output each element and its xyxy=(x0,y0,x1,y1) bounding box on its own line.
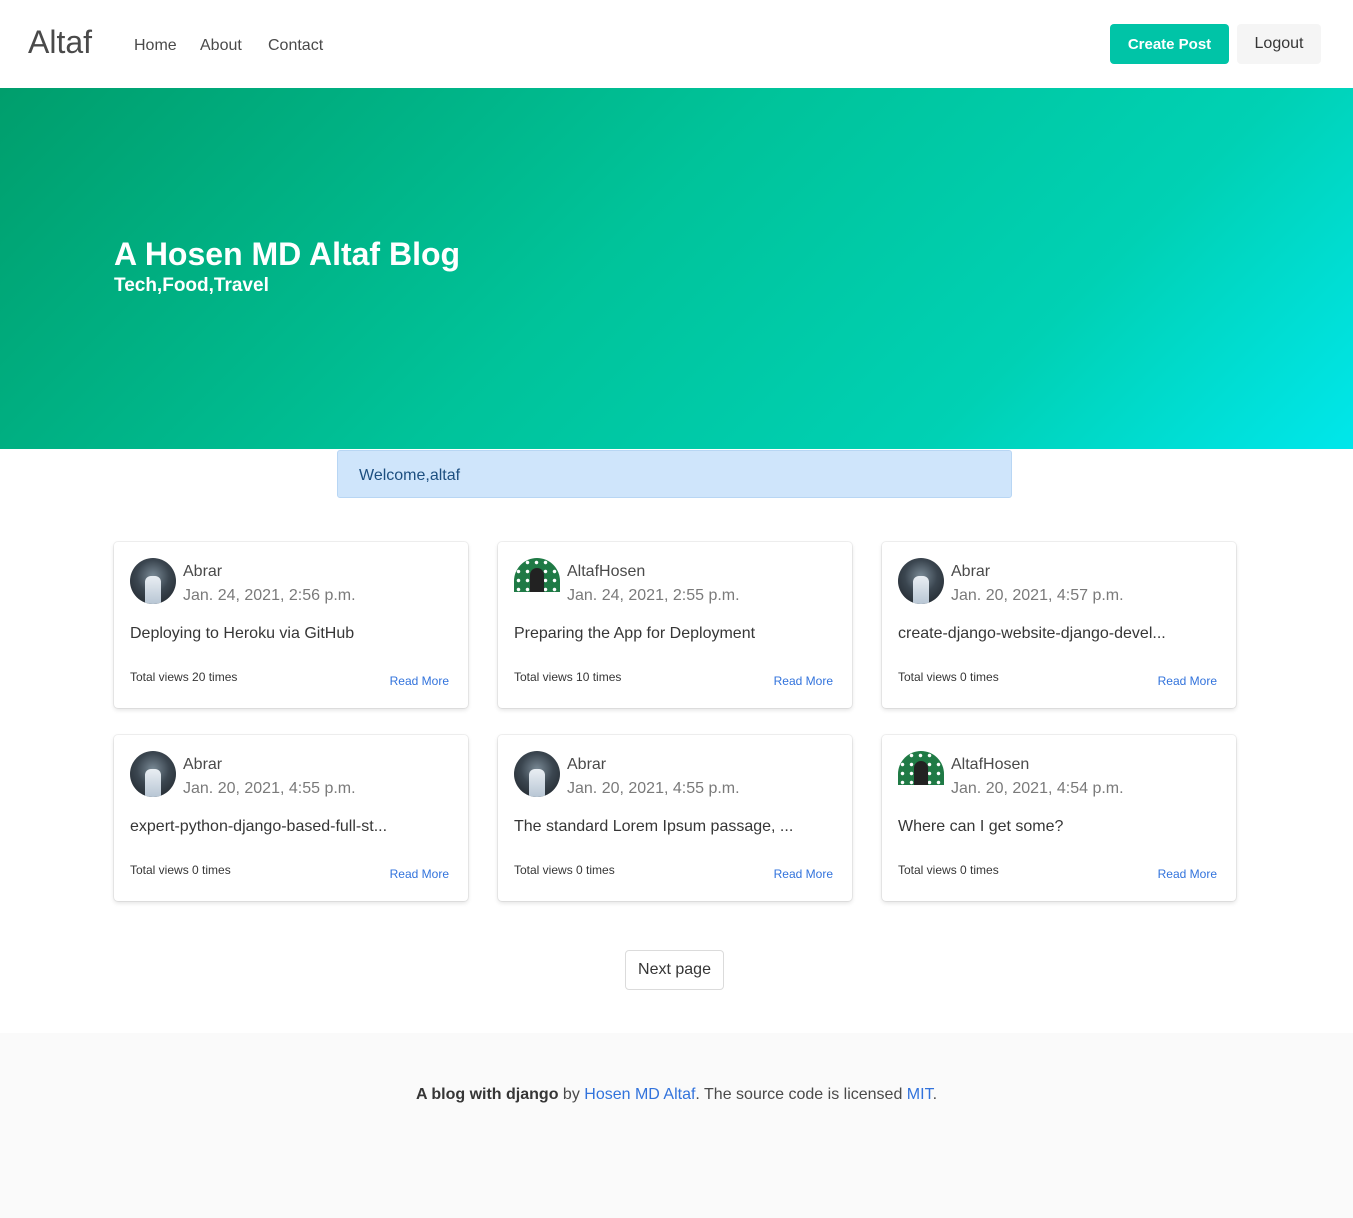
navbar: Altaf Home About Contact Create Post Log… xyxy=(0,0,1353,88)
read-more-link[interactable]: Read More xyxy=(774,673,833,689)
post-author: Abrar xyxy=(567,756,607,773)
footer-author-link[interactable]: Hosen MD Altaf xyxy=(584,1086,695,1103)
post-date: Jan. 20, 2021, 4:57 p.m. xyxy=(951,587,1124,604)
create-post-button[interactable]: Create Post xyxy=(1110,24,1229,64)
footer-license-link[interactable]: MIT xyxy=(907,1086,933,1103)
footer-end: . xyxy=(932,1086,938,1103)
footer-strong: A blog with django xyxy=(415,1086,559,1103)
post-views: Total views 0 times xyxy=(514,863,615,877)
hero-banner: A Hosen MD Altaf Blog Tech,Food,Travel xyxy=(0,88,1353,449)
post-views: Total views 0 times xyxy=(130,863,231,877)
welcome-text: Welcome,altaf xyxy=(359,467,461,484)
post-author: AltafHosen xyxy=(567,563,646,580)
author-avatar xyxy=(898,751,944,785)
post-views: Total views 0 times xyxy=(898,670,999,684)
read-more-link[interactable]: Read More xyxy=(774,866,833,882)
read-more-link[interactable]: Read More xyxy=(1158,673,1217,689)
footer-by: by xyxy=(558,1086,585,1103)
post-date: Jan. 20, 2021, 4:55 p.m. xyxy=(567,780,740,797)
read-more-link[interactable]: Read More xyxy=(1158,866,1217,882)
nav-about[interactable]: About xyxy=(200,35,242,57)
post-card: Abrar Jan. 20, 2021, 4:55 p.m. The stand… xyxy=(498,735,852,901)
nav-contact[interactable]: Contact xyxy=(268,35,323,57)
post-title: Preparing the App for Deployment xyxy=(514,625,756,642)
read-more-link[interactable]: Read More xyxy=(390,673,449,689)
author-avatar xyxy=(130,558,176,604)
author-avatar xyxy=(898,558,944,604)
footer-text: A blog with django by Hosen MD Altaf. Th… xyxy=(0,1085,1353,1105)
post-title: create-django-website-django-devel... xyxy=(898,625,1166,642)
post-title: Deploying to Heroku via GitHub xyxy=(130,625,355,642)
post-title: The standard Lorem Ipsum passage, ... xyxy=(514,818,794,835)
post-views: Total views 0 times xyxy=(898,863,999,877)
post-author: Abrar xyxy=(183,563,223,580)
read-more-link[interactable]: Read More xyxy=(390,866,449,882)
author-avatar xyxy=(514,558,560,592)
post-author: Abrar xyxy=(951,563,991,580)
post-author: Abrar xyxy=(183,756,223,773)
footer-middle: . The source code is licensed xyxy=(695,1086,907,1103)
logout-button[interactable]: Logout xyxy=(1237,24,1321,64)
post-card: AltafHosen Jan. 20, 2021, 4:54 p.m. Wher… xyxy=(882,735,1236,901)
brand-logo[interactable]: Altaf xyxy=(28,22,92,62)
post-date: Jan. 20, 2021, 4:55 p.m. xyxy=(183,780,356,797)
author-avatar xyxy=(130,751,176,797)
post-date: Jan. 24, 2021, 2:56 p.m. xyxy=(183,587,356,604)
footer: A blog with django by Hosen MD Altaf. Th… xyxy=(0,1033,1353,1218)
post-card: Abrar Jan. 20, 2021, 4:57 p.m. create-dj… xyxy=(882,542,1236,708)
nav-home[interactable]: Home xyxy=(134,35,177,57)
hero-title: A Hosen MD Altaf Blog xyxy=(114,236,461,272)
post-views: Total views 20 times xyxy=(130,670,238,684)
post-card: AltafHosen Jan. 24, 2021, 2:55 p.m. Prep… xyxy=(498,542,852,708)
post-title: expert-python-django-based-full-st... xyxy=(130,818,388,835)
post-date: Jan. 20, 2021, 4:54 p.m. xyxy=(951,780,1124,797)
hero-subtitle: Tech,Food,Travel xyxy=(114,275,269,296)
post-author: AltafHosen xyxy=(951,756,1030,773)
post-title: Where can I get some? xyxy=(898,818,1064,835)
post-card: Abrar Jan. 24, 2021, 2:56 p.m. Deploying… xyxy=(114,542,468,708)
welcome-notification: Welcome,altaf xyxy=(337,450,1012,498)
post-date: Jan. 24, 2021, 2:55 p.m. xyxy=(567,587,740,604)
post-views: Total views 10 times xyxy=(514,670,622,684)
post-card: Abrar Jan. 20, 2021, 4:55 p.m. expert-py… xyxy=(114,735,468,901)
next-page-button[interactable]: Next page xyxy=(625,950,724,990)
author-avatar xyxy=(514,751,560,797)
